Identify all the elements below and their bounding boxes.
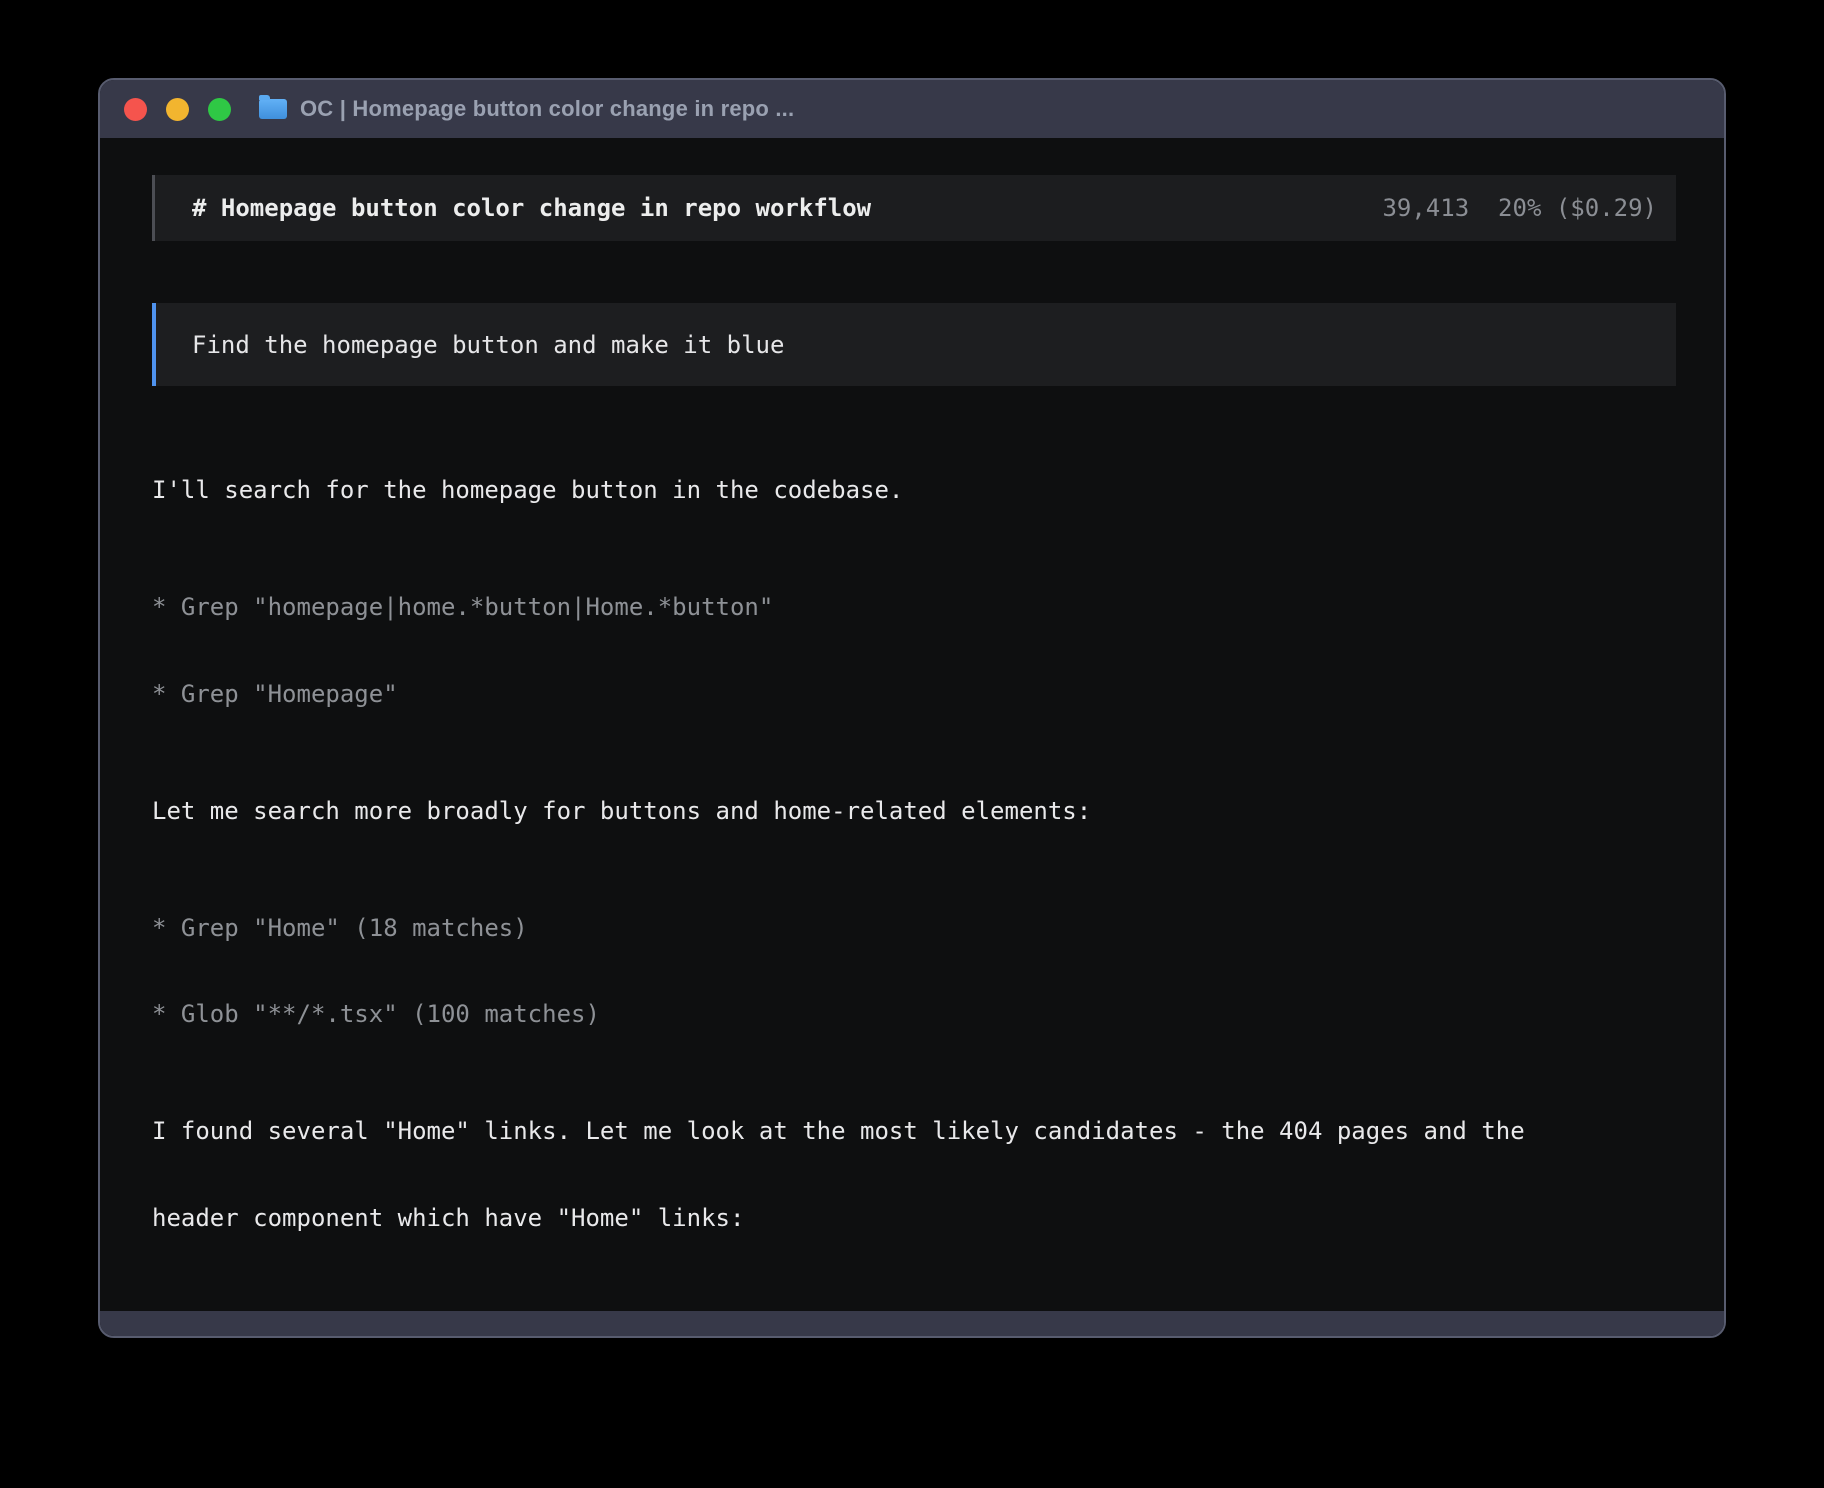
window-bottom-strip <box>100 1311 1724 1336</box>
close-window-button[interactable] <box>124 98 147 121</box>
tool-call-grep: * Grep "Home" (18 matches) <box>152 913 1676 944</box>
folder-icon <box>259 99 287 119</box>
traffic-lights <box>124 98 231 121</box>
assistant-text: I'll search for the homepage button in t… <box>152 475 1676 506</box>
window-titlebar: OC | Homepage button color change in rep… <box>100 80 1724 138</box>
session-header: # Homepage button color change in repo w… <box>152 175 1676 241</box>
terminal-window: OC | Homepage button color change in rep… <box>98 78 1726 1338</box>
assistant-text: I found several "Home" links. Let me loo… <box>152 1116 1676 1147</box>
user-message: Find the homepage button and make it blu… <box>152 303 1676 386</box>
terminal-content: # Homepage button color change in repo w… <box>100 138 1724 1311</box>
tool-call-grep: * Grep "Homepage" <box>152 679 1676 710</box>
assistant-transcript: I'll search for the homepage button in t… <box>152 419 1676 1311</box>
session-title: # Homepage button color change in repo w… <box>192 194 871 222</box>
zoom-window-button[interactable] <box>208 98 231 121</box>
session-token-stats: 39,413 20% ($0.29) <box>1382 194 1657 222</box>
tool-call-glob: * Glob "**/*.tsx" (100 matches) <box>152 999 1676 1030</box>
tool-call-grep: * Grep "homepage|home.*button|Home.*butt… <box>152 592 1676 623</box>
assistant-text: Let me search more broadly for buttons a… <box>152 796 1676 827</box>
user-message-text: Find the homepage button and make it blu… <box>192 331 784 359</box>
minimize-window-button[interactable] <box>166 98 189 121</box>
assistant-text: header component which have "Home" links… <box>152 1203 1676 1234</box>
window-title: OC | Homepage button color change in rep… <box>300 96 794 122</box>
